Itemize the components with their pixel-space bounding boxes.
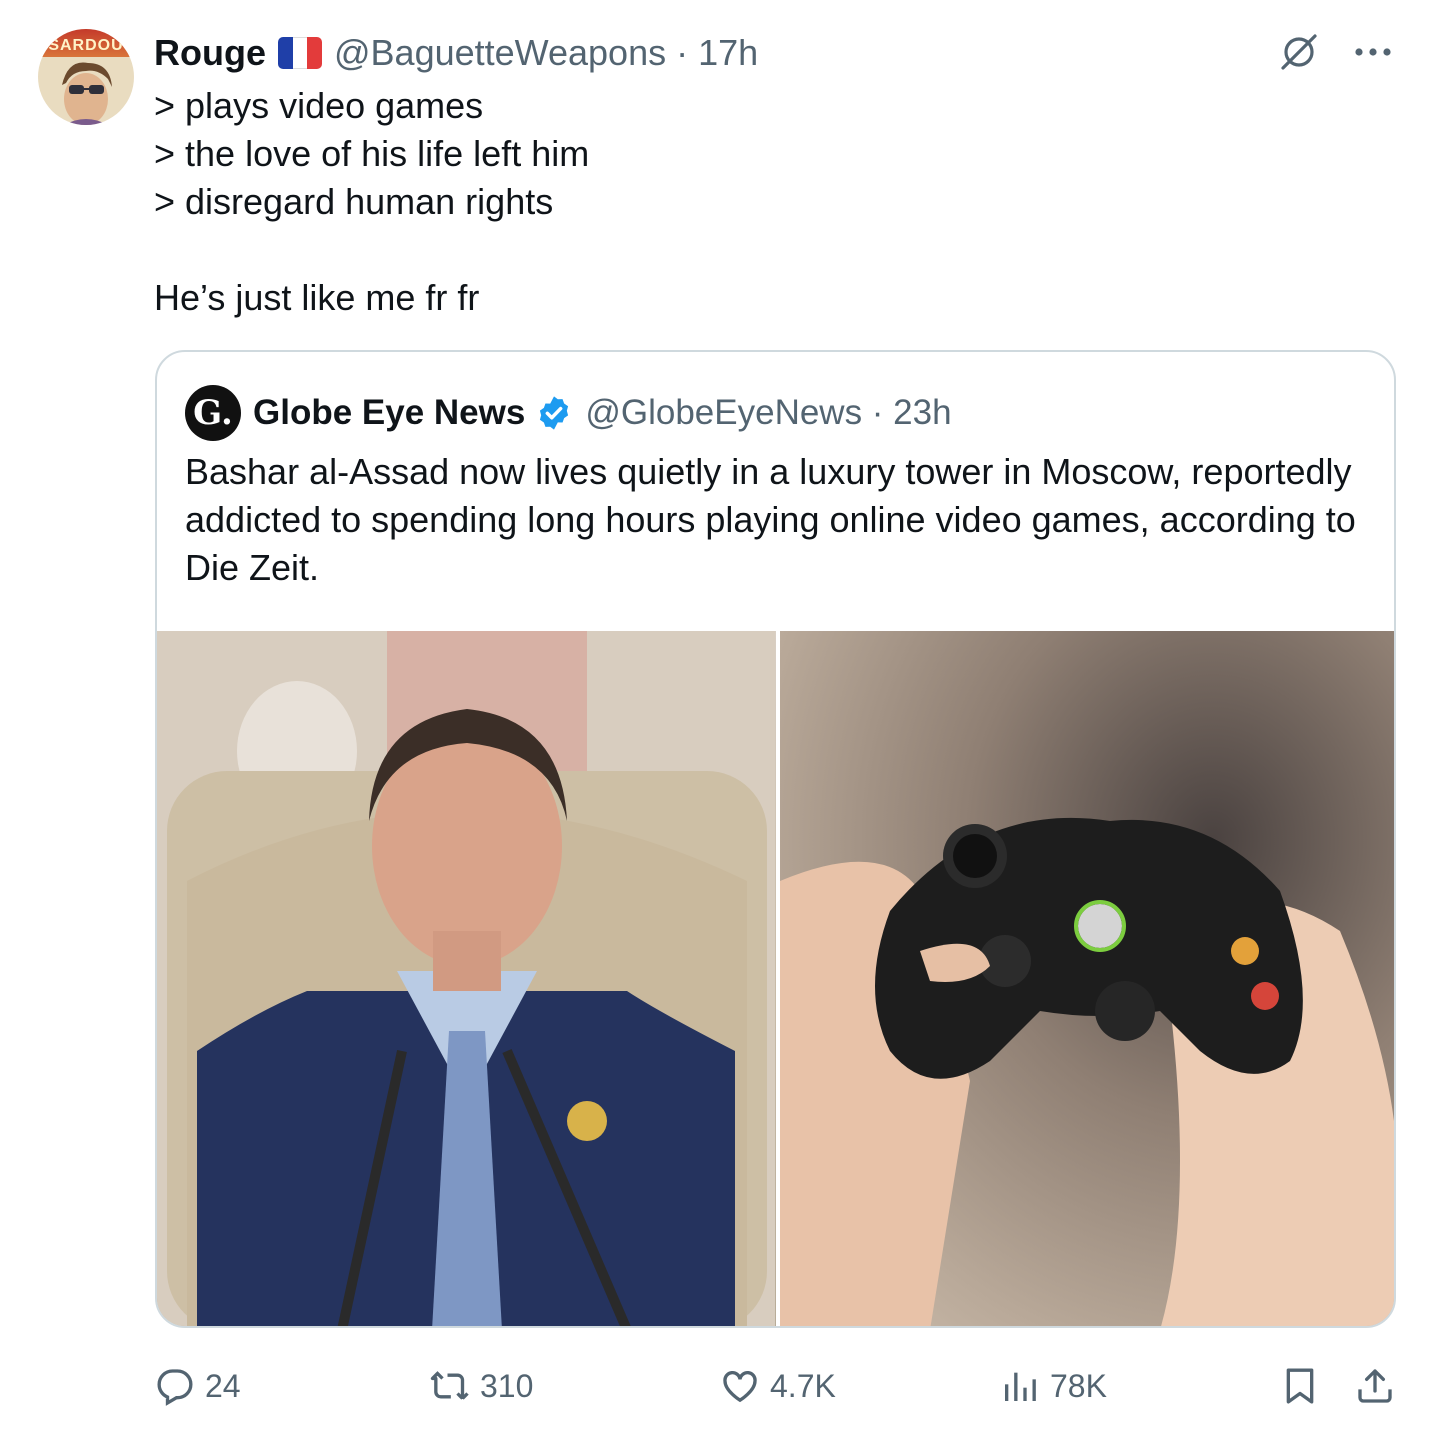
quoted-author-name: Globe Eye News	[253, 393, 526, 432]
like-button[interactable]: 4.7K	[720, 1366, 836, 1406]
tweet-top-actions	[1277, 30, 1395, 74]
tweet-header: Rouge @BaguetteWeapons · 17h	[154, 30, 758, 76]
bookmark-icon	[1286, 1368, 1314, 1404]
photo-game-controller[interactable]	[779, 631, 1394, 1326]
quoted-tweet-media	[157, 631, 1394, 1326]
share-icon	[1358, 1369, 1392, 1403]
tweet-action-bar: 24 310 4.7K 78K	[155, 1362, 1400, 1410]
reply-button[interactable]: 24	[155, 1366, 241, 1406]
verified-badge-icon	[540, 396, 569, 430]
author-name[interactable]: Rouge	[154, 32, 266, 74]
france-flag-icon	[278, 37, 322, 69]
quoted-author-avatar: G.	[185, 385, 241, 441]
repost-button[interactable]: 310	[430, 1366, 533, 1406]
bookmark-button[interactable]	[1280, 1366, 1320, 1406]
photo-man-in-suit[interactable]	[157, 631, 776, 1326]
share-button[interactable]	[1355, 1366, 1395, 1406]
quoted-tweet-header: G. Globe Eye News @GlobeEyeNews · 23h	[185, 385, 952, 441]
reply-icon	[157, 1369, 193, 1406]
more-options-icon[interactable]	[1351, 30, 1395, 74]
quoted-tweet-card[interactable]: G. Globe Eye News @GlobeEyeNews · 23h Ba…	[155, 350, 1396, 1328]
author-handle-timestamp[interactable]: @BaguetteWeapons · 17h	[334, 32, 758, 74]
views-button[interactable]: 78K	[1000, 1366, 1107, 1406]
author-avatar[interactable]: SARDOU	[38, 29, 134, 125]
quoted-author-handle-timestamp: @GlobeEyeNews · 23h	[585, 393, 952, 432]
repost-icon	[430, 1371, 469, 1400]
repost-count: 310	[480, 1367, 534, 1404]
grok-icon[interactable]	[1277, 30, 1321, 74]
view-count: 78K	[1050, 1367, 1107, 1404]
like-count: 4.7K	[770, 1367, 836, 1404]
reply-count: 24	[205, 1367, 241, 1404]
analytics-icon	[1005, 1372, 1036, 1401]
heart-icon	[723, 1370, 757, 1403]
avatar-portrait	[62, 62, 112, 125]
quoted-tweet-text: Bashar al-Assad now lives quietly in a l…	[185, 451, 1356, 588]
tweet-text: > plays video games > the love of his li…	[154, 85, 590, 318]
